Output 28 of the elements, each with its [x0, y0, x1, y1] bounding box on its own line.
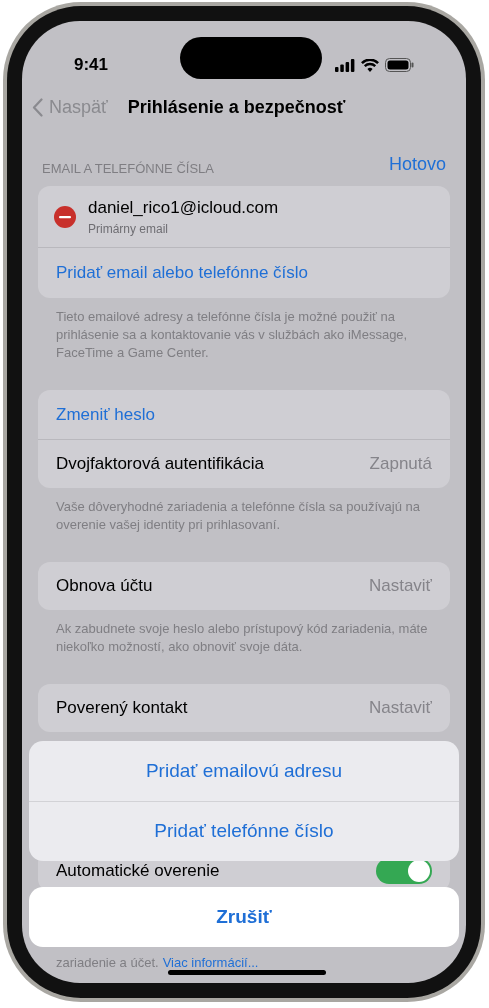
row-label: Automatické overenie: [56, 860, 220, 883]
action-button[interactable]: Pridať telefónne číslo: [29, 801, 459, 861]
section-footer: Ak zabudnete svoje heslo alebo prístupový kód zariadenia, máte niekoľko možností, ako obnoviť svoje dáta.: [38, 610, 450, 656]
row-value: Nastaviť: [368, 697, 432, 720]
section-footer: Tieto emailové adresy a telefónne čísla je možné použiť na prihlásenie sa a kontaktovanie vás v službách ako iMessage, FaceTime a Game Center.: [38, 298, 450, 362]
wifi-icon: [361, 58, 379, 72]
battery-icon: [385, 58, 414, 72]
chevron-left-icon: [32, 97, 43, 117]
add-email-link[interactable]: Pridať email alebo telefónne číslo: [38, 248, 450, 298]
row-value: Nastaviť: [368, 575, 432, 598]
status-time: 9:41: [74, 54, 109, 77]
remove-icon[interactable]: [54, 205, 76, 228]
section-footer: Vaše dôveryhodné zariadenia a telefónne čísla sa používajú na overenie vašej identity pri prihlasovaní.: [38, 488, 450, 534]
done-button[interactable]: Hotovo: [388, 151, 446, 178]
cancel-button[interactable]: Zrušiť: [29, 887, 459, 947]
page-title: Prihlásenie a bezpečnosť: [127, 95, 346, 119]
signal-icon: [335, 58, 355, 72]
action-button[interactable]: Pridať emailovú adresu: [29, 741, 459, 801]
row-label[interactable]: Poverený kontakt: [56, 695, 188, 721]
more-info-link[interactable]: Viac informácií...: [162, 953, 259, 973]
row-label[interactable]: Dvojfaktorová autentifikácia: [56, 451, 264, 477]
row-value: Zapnutá: [369, 453, 432, 476]
email-caption: Primárny email: [88, 221, 169, 239]
note-text: zariadenie a účet.: [56, 954, 159, 972]
email-address: daniel_rico1@icloud.com: [88, 196, 279, 219]
row-label[interactable]: Obnova účtu: [56, 573, 153, 599]
change-password-link[interactable]: Zmeniť heslo: [38, 390, 450, 440]
section-header: EMAIL A TELEFÓNNE ČÍSLA: [42, 159, 214, 178]
